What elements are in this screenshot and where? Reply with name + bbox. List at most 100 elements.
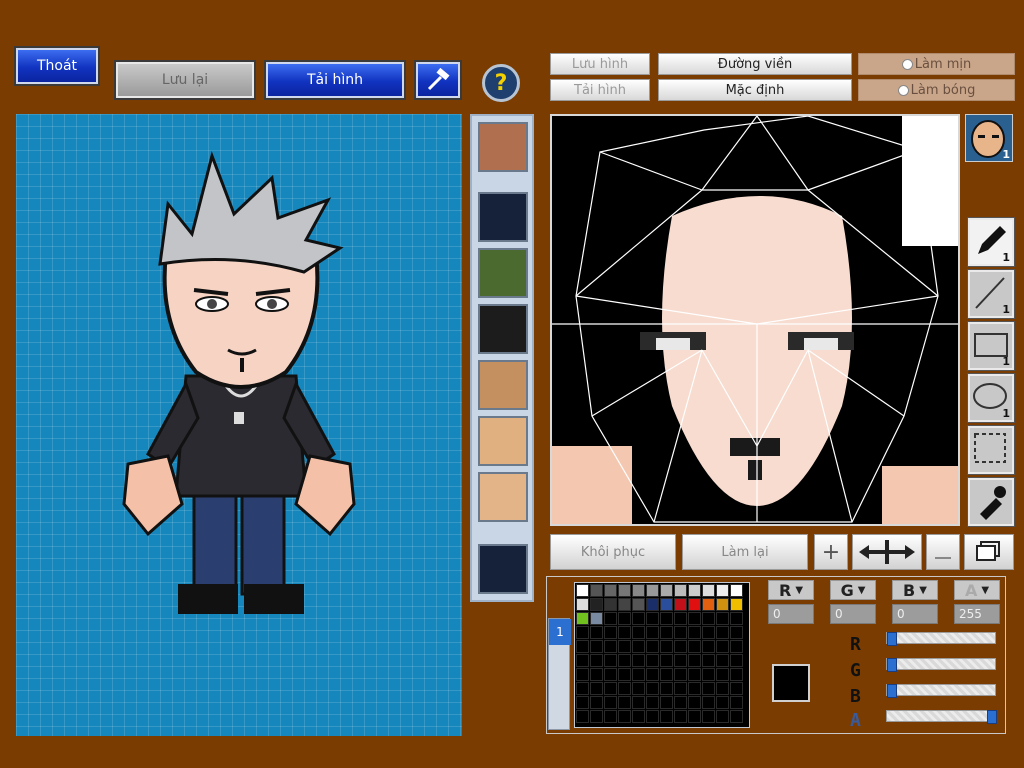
zoom-in-button[interactable]: + [814, 534, 848, 570]
color-swatch[interactable] [632, 598, 645, 611]
color-swatch[interactable] [646, 710, 659, 723]
color-swatch[interactable] [674, 598, 687, 611]
color-swatch[interactable] [604, 598, 617, 611]
color-swatch[interactable] [688, 696, 701, 709]
color-swatch[interactable] [688, 668, 701, 681]
color-swatch[interactable] [688, 640, 701, 653]
color-swatch[interactable] [688, 612, 701, 625]
color-swatch[interactable] [688, 710, 701, 723]
color-swatch[interactable] [674, 584, 687, 597]
color-swatch[interactable] [632, 584, 645, 597]
color-swatch[interactable] [618, 612, 631, 625]
shiny-option[interactable]: Làm bóng [858, 79, 1015, 101]
color-swatch[interactable] [618, 668, 631, 681]
color-swatch[interactable] [730, 710, 743, 723]
color-swatch[interactable] [576, 696, 589, 709]
color-swatch[interactable] [730, 654, 743, 667]
part-thumb-empty-2[interactable] [478, 544, 528, 594]
color-swatch[interactable] [716, 654, 729, 667]
part-thumb-mask[interactable] [478, 248, 528, 298]
color-swatch[interactable] [702, 612, 715, 625]
color-swatch[interactable] [590, 654, 603, 667]
restore-button[interactable]: Khôi phục [550, 534, 676, 570]
b-value-field[interactable]: 0 [892, 604, 938, 624]
color-swatch[interactable] [674, 640, 687, 653]
color-swatch[interactable] [716, 696, 729, 709]
color-swatch[interactable] [604, 584, 617, 597]
save-button[interactable]: Lưu lại [114, 60, 256, 100]
color-swatch[interactable] [646, 598, 659, 611]
palette-tab-1[interactable]: 1 [549, 619, 571, 645]
color-swatch[interactable] [646, 654, 659, 667]
g-value-field[interactable]: 0 [830, 604, 876, 624]
color-swatch[interactable] [632, 668, 645, 681]
palette-grid[interactable] [574, 582, 750, 728]
color-swatch[interactable] [716, 682, 729, 695]
color-swatch[interactable] [716, 612, 729, 625]
r-slider[interactable] [886, 632, 996, 646]
color-swatch[interactable] [576, 612, 589, 625]
color-swatch[interactable] [688, 654, 701, 667]
color-swatch[interactable] [688, 682, 701, 695]
color-swatch[interactable] [590, 640, 603, 653]
color-swatch[interactable] [604, 668, 617, 681]
color-swatch[interactable] [702, 640, 715, 653]
color-swatch[interactable] [730, 668, 743, 681]
color-swatch[interactable] [632, 710, 645, 723]
color-swatch[interactable] [688, 626, 701, 639]
redo-button[interactable]: Làm lại [682, 534, 808, 570]
color-swatch[interactable] [716, 710, 729, 723]
color-swatch[interactable] [660, 640, 673, 653]
color-swatch[interactable] [604, 612, 617, 625]
color-swatch[interactable] [646, 640, 659, 653]
color-swatch[interactable] [576, 640, 589, 653]
color-swatch[interactable] [618, 682, 631, 695]
drawing-canvas[interactable] [550, 114, 960, 526]
eyedropper-tool-button[interactable] [967, 477, 1015, 527]
color-swatch[interactable] [702, 584, 715, 597]
color-swatch[interactable] [716, 668, 729, 681]
part-thumb-face-1[interactable] [478, 122, 528, 172]
color-swatch[interactable] [590, 668, 603, 681]
color-swatch[interactable] [716, 598, 729, 611]
color-swatch[interactable] [646, 668, 659, 681]
a-dropdown-icon[interactable]: ▼ [981, 585, 989, 596]
color-swatch[interactable] [590, 584, 603, 597]
r-dropdown-icon[interactable]: ▼ [795, 585, 803, 596]
b-slider[interactable] [886, 684, 996, 698]
color-swatch[interactable] [716, 640, 729, 653]
b-slider-knob[interactable] [887, 684, 897, 698]
color-swatch[interactable] [590, 696, 603, 709]
color-swatch[interactable] [604, 696, 617, 709]
part-thumb-face-2[interactable] [478, 360, 528, 410]
minimize-button[interactable] [926, 534, 960, 570]
a-slider-knob[interactable] [987, 710, 997, 724]
color-swatch[interactable] [590, 626, 603, 639]
color-swatch[interactable] [590, 710, 603, 723]
smooth-option[interactable]: Làm mịn [858, 53, 1015, 75]
r-value-field[interactable]: 0 [768, 604, 814, 624]
ellipse-tool-button[interactable]: 1 [967, 373, 1015, 423]
color-swatch[interactable] [702, 682, 715, 695]
a-value-field[interactable]: 255 [954, 604, 1000, 624]
color-swatch[interactable] [576, 598, 589, 611]
color-swatch[interactable] [604, 710, 617, 723]
outline-tab[interactable]: Đường viền [658, 53, 852, 75]
reload-button[interactable]: Tải hình [264, 60, 406, 100]
color-swatch[interactable] [674, 710, 687, 723]
rectangle-tool-button[interactable]: 1 [967, 321, 1015, 371]
color-swatch[interactable] [730, 612, 743, 625]
color-swatch[interactable] [604, 682, 617, 695]
color-swatch[interactable] [576, 710, 589, 723]
color-swatch[interactable] [674, 668, 687, 681]
color-swatch[interactable] [702, 668, 715, 681]
color-swatch[interactable] [716, 626, 729, 639]
color-swatch[interactable] [632, 682, 645, 695]
color-swatch[interactable] [632, 626, 645, 639]
color-swatch[interactable] [660, 612, 673, 625]
color-swatch[interactable] [604, 640, 617, 653]
color-swatch[interactable] [632, 654, 645, 667]
color-swatch[interactable] [632, 696, 645, 709]
hammer-button[interactable] [414, 60, 462, 100]
color-swatch[interactable] [660, 668, 673, 681]
